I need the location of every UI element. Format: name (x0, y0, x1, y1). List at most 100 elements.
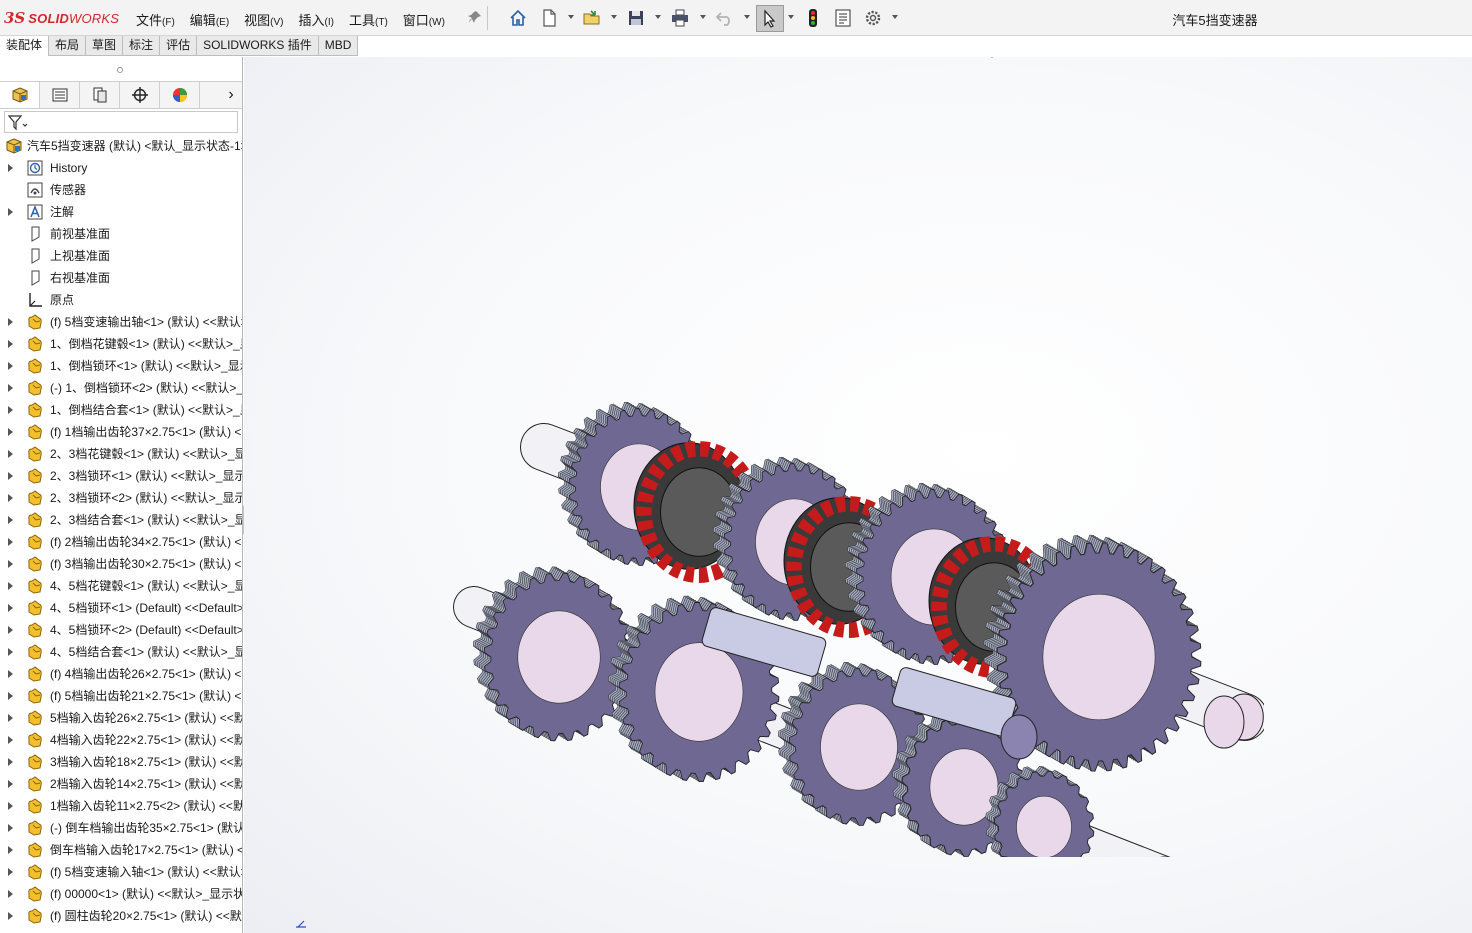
view-orientation-button[interactable] (1034, 57, 1056, 61)
tree-item[interactable]: (f) 圆柱齿轮20×2.75<1> (默认) <<默认>> (0, 905, 242, 927)
menu-file[interactable]: 文件(F) (136, 10, 175, 29)
expand-arrow-icon[interactable] (8, 802, 13, 810)
tree-item[interactable]: 上视基准面 (0, 245, 242, 267)
pin-icon[interactable] (468, 10, 482, 24)
tree-item[interactable]: (f) 2档输出齿轮34×2.75<1> (默认) <<默认>> (0, 531, 242, 553)
select-dropdown-arrow[interactable] (788, 15, 794, 19)
home-button[interactable] (507, 7, 529, 29)
expand-arrow-icon[interactable] (8, 670, 13, 678)
tree-item[interactable]: 2、3档花键毂<1> (默认) <<默认>_显示状态 1> (0, 443, 242, 465)
expand-arrow-icon[interactable] (8, 318, 13, 326)
zoom-to-fit-button[interactable] (904, 57, 926, 61)
tree-item[interactable]: 4、5档锁环<2> (Default) <<Default>_Display S… (0, 619, 242, 641)
expand-arrow-icon[interactable] (8, 692, 13, 700)
tab-featuremanager[interactable] (0, 82, 40, 108)
expand-arrow-icon[interactable] (8, 164, 13, 172)
undo-dropdown-arrow[interactable] (744, 15, 750, 19)
expand-arrow-icon[interactable] (8, 472, 13, 480)
menu-view[interactable]: 视图(V) (244, 10, 283, 29)
expand-arrow-icon[interactable] (8, 714, 13, 722)
tree-item[interactable]: 传感器 (0, 179, 242, 201)
zoom-to-area-button[interactable] (930, 57, 952, 61)
gearbox-assembly-model[interactable] (444, 337, 1264, 857)
expand-arrow-icon[interactable] (8, 516, 13, 524)
display-style-button[interactable] (1074, 57, 1096, 61)
more-tabs-chevron-icon[interactable]: › (219, 82, 242, 108)
tab-sketch[interactable]: 草图 (86, 36, 124, 56)
tab-display-manager[interactable] (160, 82, 200, 108)
tree-item[interactable]: 倒车档输入齿轮17×2.75<1> (默认) <<默认>> (0, 839, 242, 861)
edit-appearance-button[interactable] (1154, 57, 1176, 61)
undo-button[interactable] (714, 7, 736, 29)
tree-item[interactable]: 3档输入齿轮18×2.75<1> (默认) <<默认>> (0, 751, 242, 773)
tree-filter-box[interactable] (4, 111, 238, 133)
tab-layout[interactable]: 布局 (49, 36, 87, 56)
view-settings-button[interactable] (1220, 57, 1242, 61)
expand-arrow-icon[interactable] (8, 824, 13, 832)
expand-arrow-icon[interactable] (8, 384, 13, 392)
open-button[interactable] (581, 7, 603, 29)
expand-arrow-icon[interactable] (8, 406, 13, 414)
tab-property-manager[interactable] (40, 82, 80, 108)
tab-dimxpert-manager[interactable] (120, 82, 160, 108)
expand-arrow-icon[interactable] (8, 428, 13, 436)
tree-item[interactable]: (f) 5档变速输入轴<1> (默认) <<默认>_显示状态 1> (0, 861, 242, 883)
expand-arrow-icon[interactable] (8, 494, 13, 502)
expand-arrow-icon[interactable] (8, 626, 13, 634)
hide-show-items-button[interactable] (1114, 57, 1136, 61)
expand-arrow-icon[interactable] (8, 868, 13, 876)
file-properties-button[interactable] (832, 7, 854, 29)
tree-item[interactable]: 4、5档花键毂<1> (默认) <<默认>_显示状态 1> (0, 575, 242, 597)
expand-arrow-icon[interactable] (8, 758, 13, 766)
tree-item[interactable]: 2、3档锁环<1> (默认) <<默认>_显示状态 1> (0, 465, 242, 487)
tree-item[interactable]: (f) 3档输出齿轮30×2.75<1> (默认) <<默认>> (0, 553, 242, 575)
tree-item[interactable]: 2、3档结合套<1> (默认) <<默认>_显示状态 1> (0, 509, 242, 531)
tree-item[interactable]: (f) 1档输出齿轮37×2.75<1> (默认) <<默认>> (0, 421, 242, 443)
tab-configuration-manager[interactable] (80, 82, 120, 108)
open-dropdown-arrow[interactable] (611, 15, 617, 19)
print-dropdown-arrow[interactable] (700, 15, 706, 19)
tree-item[interactable]: (f) 5档输出齿轮21×2.75<1> (默认) <<默认>> (0, 685, 242, 707)
dynamic-annotation-button[interactable] (1008, 57, 1030, 61)
tree-item[interactable]: (f) 5档变速输出轴<1> (默认) <<默认>_显示状态 1> (0, 311, 242, 333)
expand-arrow-icon[interactable] (8, 450, 13, 458)
expand-arrow-icon[interactable] (8, 208, 13, 216)
panel-grip-handle[interactable] (117, 67, 123, 73)
select-button[interactable] (756, 5, 784, 32)
tab-solidworks-addins[interactable]: SOLIDWORKS 插件 (197, 36, 319, 56)
tab-assembly[interactable]: 装配体 (0, 36, 50, 56)
tree-item[interactable]: 1档输入齿轮11×2.75<2> (默认) <<默认>> (0, 795, 242, 817)
tree-item[interactable]: 前视基准面 (0, 223, 242, 245)
menu-insert[interactable]: 插入(I) (299, 10, 334, 29)
tree-item[interactable]: History (0, 157, 242, 179)
tree-item[interactable]: 4档输入齿轮22×2.75<1> (默认) <<默认>> (0, 729, 242, 751)
tree-item[interactable]: 2档输入齿轮14×2.75<1> (默认) <<默认>> (0, 773, 242, 795)
expand-arrow-icon[interactable] (8, 846, 13, 854)
solidworks-logo[interactable]: 3S SOLIDWORKS (4, 8, 119, 28)
expand-arrow-icon[interactable] (8, 912, 13, 920)
menu-tools[interactable]: 工具(T) (349, 10, 388, 29)
tree-item[interactable]: (-) 倒车档输出齿轮35×2.75<1> (默认) <<默认>> (0, 817, 242, 839)
tree-item[interactable]: 4、5档结合套<1> (默认) <<默认>_显示状态 1> (0, 641, 242, 663)
tree-item[interactable]: 原点 (0, 289, 242, 311)
tree-item[interactable]: (-) 1、倒档锁环<2> (默认) <<默认>_显示状态 1> (0, 377, 242, 399)
tree-item[interactable]: (f) 4档输出齿轮26×2.75<1> (默认) <<默认>> (0, 663, 242, 685)
tree-root-assembly[interactable]: 汽车5挡变速器 (默认) <默认_显示状态-1> (0, 135, 242, 157)
tab-markup[interactable]: 标注 (123, 36, 161, 56)
expand-arrow-icon[interactable] (8, 736, 13, 744)
options-dropdown-arrow[interactable] (892, 15, 898, 19)
filter-funnel-icon[interactable] (8, 115, 30, 131)
tree-item[interactable]: 2、3档锁环<2> (默认) <<默认>_显示状态 1> (0, 487, 242, 509)
tree-item[interactable]: 1、倒档锁环<1> (默认) <<默认>_显示状态 1> (0, 355, 242, 377)
expand-arrow-icon[interactable] (8, 560, 13, 568)
tree-item[interactable]: 1、倒档结合套<1> (默认) <<默认>_显示状态 1> (0, 399, 242, 421)
save-dropdown-arrow[interactable] (655, 15, 661, 19)
graphics-area[interactable] (244, 57, 1472, 933)
tab-mbd[interactable]: MBD (319, 36, 359, 56)
tree-item[interactable]: 4、5档锁环<1> (Default) <<Default>_Display S… (0, 597, 242, 619)
new-document-button[interactable] (538, 7, 560, 29)
expand-arrow-icon[interactable] (8, 340, 13, 348)
section-view-button[interactable] (982, 57, 1004, 61)
menu-window[interactable]: 窗口(W) (403, 10, 445, 29)
tab-evaluate[interactable]: 评估 (160, 36, 198, 56)
